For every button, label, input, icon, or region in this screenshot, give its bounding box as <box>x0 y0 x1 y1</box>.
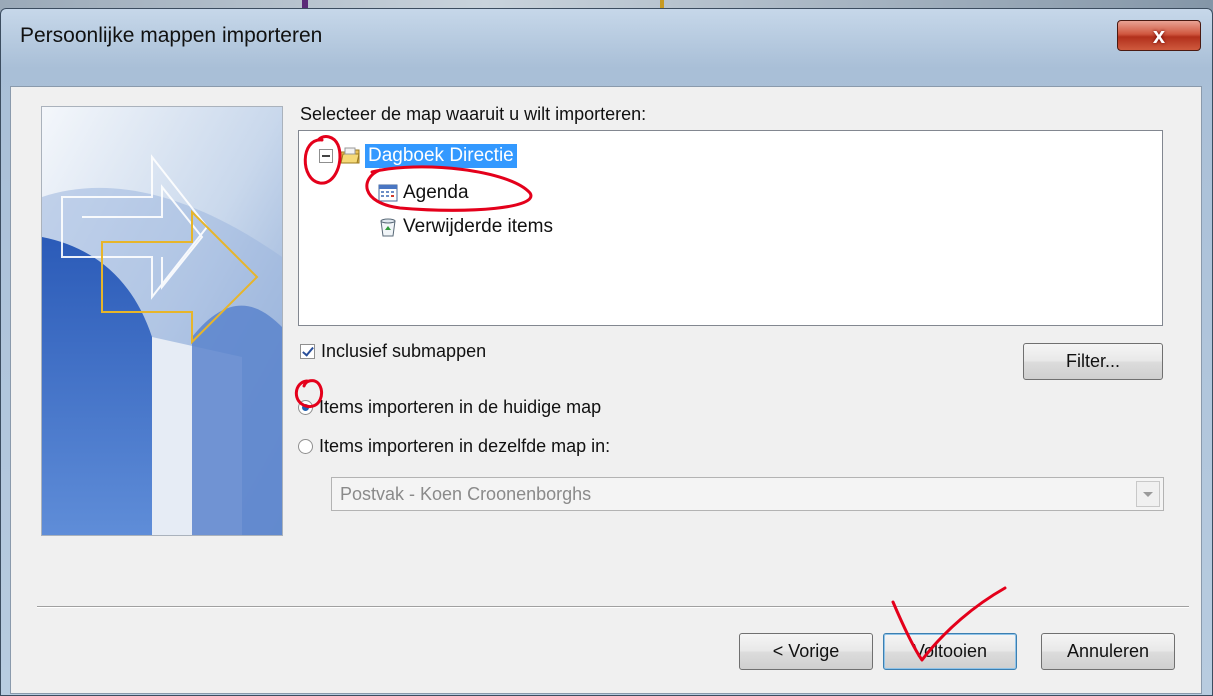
tree-item-label: Verwijderde items <box>403 216 553 237</box>
include-subfolders-checkbox[interactable] <box>300 344 315 359</box>
include-subfolders-option[interactable]: Inclusief submappen <box>300 341 486 362</box>
include-subfolders-label: Inclusief submappen <box>321 341 487 361</box>
dialog-client-area: Selecteer de map waaruit u wilt importer… <box>10 86 1202 694</box>
cancel-button[interactable]: Annuleren <box>1041 633 1175 670</box>
recycle-bin-icon <box>380 218 396 237</box>
folder-tree[interactable]: Dagboek Directie Agenda Verwijderde item… <box>298 130 1163 326</box>
window-title: Persoonlijke mappen importeren <box>20 24 323 47</box>
import-same-folder-option[interactable]: Items importeren in dezelfde map in: <box>298 436 610 457</box>
import-dialog-window: Persoonlijke mappen importeren x Selecte… <box>0 8 1213 696</box>
tree-item-agenda[interactable]: Agenda <box>377 182 469 204</box>
target-mailbox-value: Postvak - Koen Croonenborghs <box>340 483 592 504</box>
filter-button[interactable]: Filter... <box>1023 343 1163 380</box>
close-icon: x <box>1152 22 1166 48</box>
tree-item-label: Dagboek Directie <box>365 144 517 168</box>
tree-item-label: Agenda <box>403 182 469 203</box>
import-same-folder-radio[interactable] <box>298 439 313 454</box>
close-button[interactable]: x <box>1117 20 1201 51</box>
import-current-folder-label: Items importeren in de huidige map <box>319 397 602 417</box>
archive-folder-icon <box>340 147 360 164</box>
chevron-down-icon[interactable] <box>1136 481 1160 507</box>
back-button[interactable]: < Vorige <box>739 633 873 670</box>
import-current-folder-radio[interactable] <box>298 400 313 415</box>
collapse-toggle[interactable] <box>319 149 333 163</box>
divider <box>37 606 1189 608</box>
import-current-folder-option[interactable]: Items importeren in de huidige map <box>298 397 601 418</box>
folder-select-prompt: Selecteer de map waaruit u wilt importer… <box>300 104 647 124</box>
import-same-folder-label: Items importeren in dezelfde map in: <box>319 436 611 456</box>
tree-item-dagboek-directie[interactable]: Dagboek Directie <box>319 144 517 168</box>
calendar-icon <box>378 184 398 202</box>
wizard-arrow-illustration <box>41 106 283 536</box>
finish-button[interactable]: Voltooien <box>883 633 1017 670</box>
target-mailbox-select[interactable]: Postvak - Koen Croonenborghs <box>331 477 1164 511</box>
tree-item-verwijderde-items[interactable]: Verwijderde items <box>377 216 553 238</box>
